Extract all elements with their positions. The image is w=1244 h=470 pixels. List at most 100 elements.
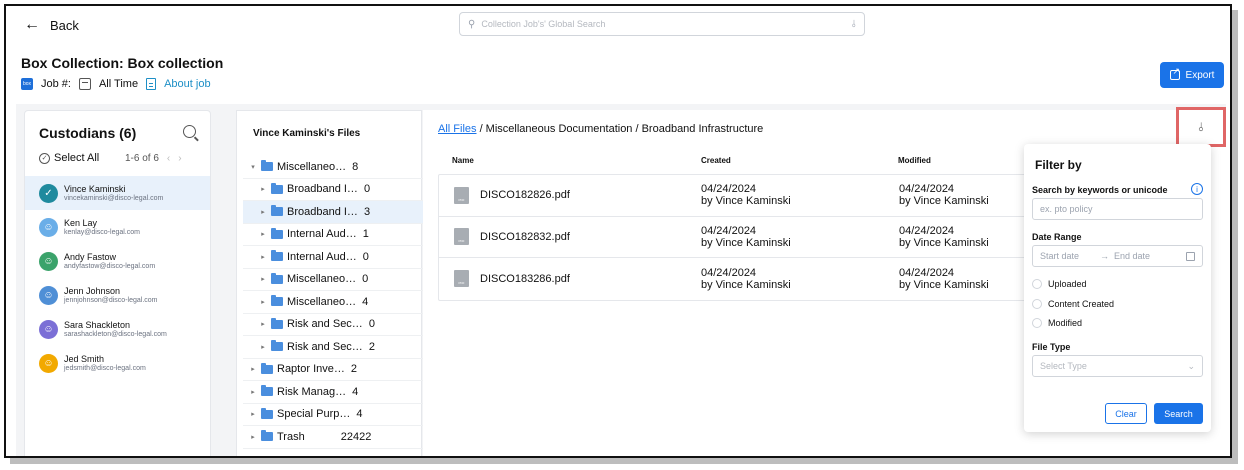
modified-cell: 04/24/2024 by Vince Kaminski [899,225,989,249]
file-name[interactable]: DISCO182832.pdf [480,231,570,243]
caret-right-icon[interactable]: ▸ [259,230,267,238]
caret-right-icon[interactable]: ▸ [259,320,267,328]
caret-right-icon[interactable]: ▸ [259,185,267,193]
radio-content-created[interactable]: Content Created [1032,299,1114,309]
caret-right-icon[interactable]: ▸ [249,388,257,396]
column-header-created[interactable]: Created [701,156,731,165]
chevron-right-icon[interactable]: › [178,153,181,164]
external-link-icon [1169,66,1180,80]
global-search[interactable]: ⚲ ⫰ [459,12,865,36]
tree-node[interactable]: ▸ Risk Manag… 4 [243,381,423,404]
table-row[interactable]: PDF DISCO182826.pdf 04/24/2024 by Vince Kam… [439,175,1027,217]
created-by: by Vince Kaminski [701,278,791,291]
filter-title: Filter by [1035,158,1082,172]
caret-right-icon[interactable]: ▸ [259,343,267,351]
tree-node[interactable]: ▸ Risk and Sec… 0 [243,314,423,336]
select-all[interactable]: ✓ Select All [39,152,99,164]
tree-node[interactable]: ▾ Miscellaneo… 8 [243,156,423,179]
user-icon: ☺ [39,353,58,373]
custodian-email: vincekaminski@disco-legal.com [64,194,164,202]
back-button[interactable]: ← Back [24,16,79,34]
created-cell: 04/24/2024 by Vince Kaminski [701,183,791,207]
custodian-item[interactable]: ☺ Jenn Johnson jennjohnson@disco-legal.com [25,278,210,312]
custodian-email: sarashackleton@disco-legal.com [64,330,167,338]
end-date-placeholder: End date [1114,251,1151,261]
tree-node[interactable]: ▸ Trash 22422 [243,426,423,449]
tree-node[interactable]: ▸ Miscellaneo… 4 [243,291,423,314]
select-all-label: Select All [54,152,100,164]
chevron-down-icon: ⌄ [1187,360,1195,371]
caret-right-icon[interactable]: ▸ [249,433,257,441]
tree-node-label: Raptor Inve… [277,363,345,376]
tree-node-count: 0 [368,318,375,331]
tree-node-count: 1 [362,228,369,241]
custodian-text: Sara Shackleton sarashackleton@disco-lega… [64,320,167,339]
tree-node[interactable]: ▸ Broadband I… 3 [243,201,423,224]
table-row[interactable]: PDF DISCO182832.pdf 04/24/2024 by Vince Kam… [439,217,1027,258]
created-by: by Vince Kaminski [701,236,791,249]
caret-down-icon[interactable]: ▾ [249,163,257,171]
table-row[interactable]: PDF DISCO183286.pdf 04/24/2024 by Vince Kam… [439,258,1027,300]
chevron-left-icon[interactable]: ‹ [167,153,170,164]
page-title: Box Collection: Box collection [21,55,224,71]
modified-date: 04/24/2024 [899,266,955,279]
app-window: ← Back ⚲ ⫰ Box Collection: Box collectio… [4,4,1232,458]
date-range-picker[interactable]: Start date → End date [1032,245,1203,267]
tree-node[interactable]: ▸ Internal Aud… 0 [243,246,423,269]
custodian-name: Sara Shackleton [64,319,131,330]
search-icon[interactable] [183,125,196,138]
caret-right-icon[interactable]: ▸ [249,365,257,373]
tree-node[interactable]: ▸ Miscellaneo… 0 [243,269,423,291]
tree-title: Vince Kaminski's Files [253,128,361,139]
caret-right-icon[interactable]: ▸ [249,410,257,418]
file-name[interactable]: DISCO183286.pdf [480,273,570,285]
column-header-modified[interactable]: Modified [898,156,931,165]
modified-cell: 04/24/2024 by Vince Kaminski [899,183,989,207]
custodian-item[interactable]: ☺ Jed Smith jedsmith@disco-legal.com [25,346,210,380]
search-icon: ⚲ [468,18,476,30]
folder-icon [261,407,273,419]
custodian-item[interactable]: ☺ Ken Lay kenlay@disco-legal.com [25,210,210,244]
custodian-item[interactable]: ✓ Vince Kaminski vincekaminski@disco-legal… [25,176,210,210]
caret-right-icon[interactable]: ▸ [259,253,267,261]
created-by: by Vince Kaminski [701,195,791,208]
breadcrumb-root-link[interactable]: All Files [438,123,477,135]
radio-uploaded[interactable]: Uploaded [1032,279,1087,289]
info-icon[interactable]: i [1191,183,1203,195]
caret-right-icon[interactable]: ▸ [259,298,267,306]
tree-node[interactable]: ▸ Internal Aud… 1 [243,224,423,246]
about-job-link[interactable]: About job [164,78,210,90]
tree-node[interactable]: ▸ Raptor Inve… 2 [243,359,423,381]
tree-node[interactable]: ▸ Broadband I… 0 [243,179,423,201]
radio-label: Uploaded [1048,279,1087,289]
folder-icon [271,272,283,284]
tree-node-label: Risk and Sec… [287,318,363,331]
custodian-item[interactable]: ☺ Andy Fastow andyfastow@disco-legal.com [25,244,210,278]
custodian-item[interactable]: ☺ Sara Shackleton sarashackleton@disco-leg… [25,312,210,346]
folder-icon [271,205,283,217]
folder-icon [271,250,283,262]
column-header-name[interactable]: Name [452,156,474,165]
search-button[interactable]: Search [1154,403,1203,424]
pdf-file-icon: PDF [454,270,469,288]
tree-node-label: Internal Aud… [287,250,357,263]
tree-node-count: 4 [362,295,369,308]
sliders-icon[interactable]: ⫰ [852,19,856,30]
tree-node[interactable]: ▸ Special Purp… 4 [243,404,423,426]
file-name[interactable]: DISCO182826.pdf [480,189,570,201]
folder-icon [271,295,283,307]
file-type-select[interactable]: Select Type ⌄ [1032,355,1203,377]
global-search-input[interactable] [481,19,846,29]
custodian-text: Vince Kaminski vincekaminski@disco-legal.… [64,184,163,203]
radio-modified[interactable]: Modified [1032,318,1082,328]
filter-toggle-button[interactable]: ⫰ [1176,107,1226,147]
user-icon: ☺ [39,217,58,237]
caret-right-icon[interactable]: ▸ [259,208,267,216]
keyword-input[interactable] [1032,198,1203,220]
export-button[interactable]: Export [1160,62,1224,88]
tree-node-count: 2 [350,363,357,376]
clear-button[interactable]: Clear [1105,403,1147,424]
tree-node[interactable]: ▸ Risk and Sec… 2 [243,336,423,359]
caret-right-icon[interactable]: ▸ [259,275,267,283]
folder-icon [261,430,273,442]
